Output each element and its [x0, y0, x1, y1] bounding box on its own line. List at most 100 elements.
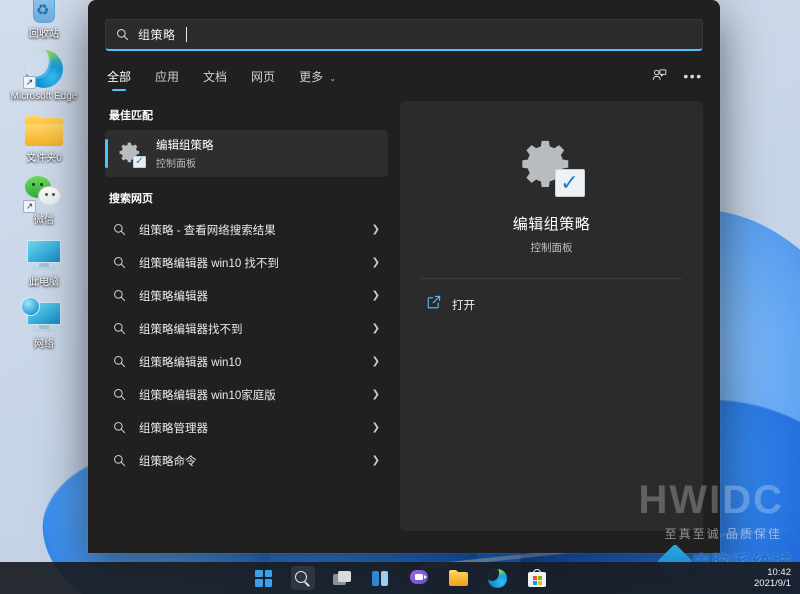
- desktop-icon-recycle-bin[interactable]: ♻ 回收站: [4, 0, 84, 40]
- open-action-label: 打开: [452, 299, 475, 312]
- search-filter-tabs: 全部 应用 文档 网页 更多 ⌄ •••: [88, 51, 720, 93]
- clock-date: 2021/9/1: [754, 578, 791, 589]
- chevron-right-icon: ❯: [371, 224, 380, 235]
- list-item[interactable]: 组策略 - 查看网络搜索结果 ❯: [105, 213, 388, 246]
- tab-apps[interactable]: 应用: [153, 64, 181, 93]
- open-external-icon: [427, 295, 441, 314]
- desktop-icon-label: 回收站: [29, 29, 59, 40]
- search-panel-actions: •••: [649, 66, 703, 92]
- best-match-title: 编辑组策略: [156, 140, 214, 152]
- list-item[interactable]: 组策略编辑器 ❯: [105, 279, 388, 312]
- search-icon: [113, 454, 126, 467]
- tab-label: 全部: [107, 70, 132, 84]
- microsoft-store-button[interactable]: [525, 566, 549, 590]
- shortcut-arrow-icon: ↗: [23, 76, 36, 89]
- list-item[interactable]: 组策略编辑器 win10 ❯: [105, 345, 388, 378]
- preview-subtitle: 控制面板: [530, 242, 573, 254]
- list-item-label: 组策略编辑器 win10家庭版: [139, 389, 276, 402]
- web-search-heading: 搜索网页: [109, 193, 153, 205]
- open-action[interactable]: 打开: [400, 279, 703, 314]
- desktop-icon-folder[interactable]: 文件夹0: [4, 110, 84, 164]
- tab-more[interactable]: 更多 ⌄: [297, 64, 338, 93]
- chevron-right-icon: ❯: [371, 290, 380, 301]
- shortcut-arrow-icon: ↗: [23, 200, 36, 213]
- search-box-container: 组策略: [88, 0, 720, 51]
- desktop-icon-list: ♻ 回收站 ↗ Microsoft Edge 文件夹0 ↗ 微信 此电脑 网络: [0, 0, 88, 358]
- tab-web[interactable]: 网页: [249, 64, 277, 93]
- search-icon: [113, 289, 126, 302]
- tab-label: 应用: [155, 70, 180, 84]
- edge-icon: ↗: [23, 48, 65, 90]
- folder-icon: [23, 110, 65, 152]
- tab-all[interactable]: 全部: [105, 64, 133, 93]
- tab-documents[interactable]: 文档: [201, 64, 229, 93]
- taskbar: 10:42 2021/9/1: [0, 562, 800, 594]
- desktop-icon-this-pc[interactable]: 此电脑: [4, 234, 84, 288]
- teams-chat-button[interactable]: [408, 566, 432, 590]
- file-explorer-button[interactable]: [447, 566, 471, 590]
- list-item-label: 组策略编辑器 win10: [139, 356, 242, 369]
- store-icon: [527, 569, 546, 587]
- search-icon: [113, 388, 126, 401]
- desktop-icon-label: 此电脑: [29, 277, 59, 288]
- text-caret: [185, 27, 187, 42]
- list-item[interactable]: 组策略编辑器找不到 ❯: [105, 312, 388, 345]
- chevron-right-icon: ❯: [371, 389, 380, 400]
- search-icon: [113, 223, 126, 236]
- search-results-column: 最佳匹配 ✓ 编辑组策略 控制面板 搜索网页 组策略 - 查看网络搜索结果 ❯ …: [105, 101, 388, 553]
- taskbar-icon-group: [252, 566, 549, 590]
- chevron-right-icon: ❯: [371, 257, 380, 268]
- chevron-right-icon: ❯: [371, 422, 380, 433]
- search-input-value: 组策略: [138, 28, 176, 42]
- chat-icon: [410, 570, 429, 586]
- tab-label: 网页: [251, 70, 276, 84]
- wechat-icon: ↗: [23, 172, 65, 214]
- taskbar-clock[interactable]: 10:42 2021/9/1: [754, 567, 791, 589]
- edge-button[interactable]: [486, 566, 510, 590]
- search-icon: [116, 28, 129, 41]
- list-item[interactable]: 组策略管理器 ❯: [105, 411, 388, 444]
- folder-icon: [449, 570, 468, 586]
- feedback-icon[interactable]: [649, 66, 669, 86]
- ellipsis-glyph: •••: [683, 67, 703, 84]
- start-button[interactable]: [252, 566, 276, 590]
- search-icon: [113, 256, 126, 269]
- desktop-icon-network[interactable]: 网络: [4, 296, 84, 350]
- desktop-icon-label: 网络: [34, 339, 54, 350]
- desktop-icon-edge[interactable]: ↗ Microsoft Edge: [4, 48, 84, 102]
- list-item[interactable]: 组策略编辑器 win10家庭版 ❯: [105, 378, 388, 411]
- checkmark-badge: ✓: [133, 155, 146, 168]
- recycle-bin-icon: ♻: [23, 0, 65, 28]
- list-item[interactable]: 组策略编辑器 win10 找不到 ❯: [105, 246, 388, 279]
- check-glyph: ✓: [560, 170, 579, 195]
- search-input[interactable]: 组策略: [105, 19, 703, 51]
- best-match-heading: 最佳匹配: [109, 110, 153, 122]
- search-icon: [113, 421, 126, 434]
- more-options-icon[interactable]: •••: [683, 66, 703, 86]
- task-view-button[interactable]: [330, 566, 354, 590]
- list-item[interactable]: 组策略命令 ❯: [105, 444, 388, 477]
- desktop-icon-wechat[interactable]: ↗ 微信: [4, 172, 84, 226]
- best-match-texts: 编辑组策略 控制面板: [156, 137, 214, 170]
- tab-label: 文档: [203, 70, 228, 84]
- tab-label: 更多: [299, 70, 324, 84]
- desktop-icon-label: 微信: [34, 215, 54, 226]
- search-icon: [113, 322, 126, 335]
- windows-search-panel: 组策略 全部 应用 文档 网页 更多 ⌄ ••• 最佳匹配 ✓ 编辑组策略 控制…: [88, 0, 720, 553]
- list-item-label: 组策略 - 查看网络搜索结果: [139, 224, 276, 237]
- widgets-button[interactable]: [369, 566, 393, 590]
- windows-logo-icon: [255, 569, 272, 587]
- gear-check-icon: ✓: [521, 137, 585, 199]
- search-button[interactable]: [290, 566, 315, 590]
- preview-column: ✓ 编辑组策略 控制面板 打开: [400, 101, 703, 553]
- widgets-icon: [372, 570, 389, 586]
- desktop-icon-label: 文件夹0: [26, 153, 62, 164]
- preview-title: 编辑组策略: [512, 216, 591, 233]
- gear-check-icon: ✓: [119, 141, 146, 168]
- list-item-label: 组策略编辑器: [139, 290, 208, 303]
- clock-time: 10:42: [767, 567, 791, 578]
- best-match-result[interactable]: ✓ 编辑组策略 控制面板: [105, 130, 388, 177]
- list-item-label: 组策略编辑器找不到: [139, 323, 243, 336]
- search-results-body: 最佳匹配 ✓ 编辑组策略 控制面板 搜索网页 组策略 - 查看网络搜索结果 ❯ …: [88, 93, 720, 553]
- search-icon: [113, 355, 126, 368]
